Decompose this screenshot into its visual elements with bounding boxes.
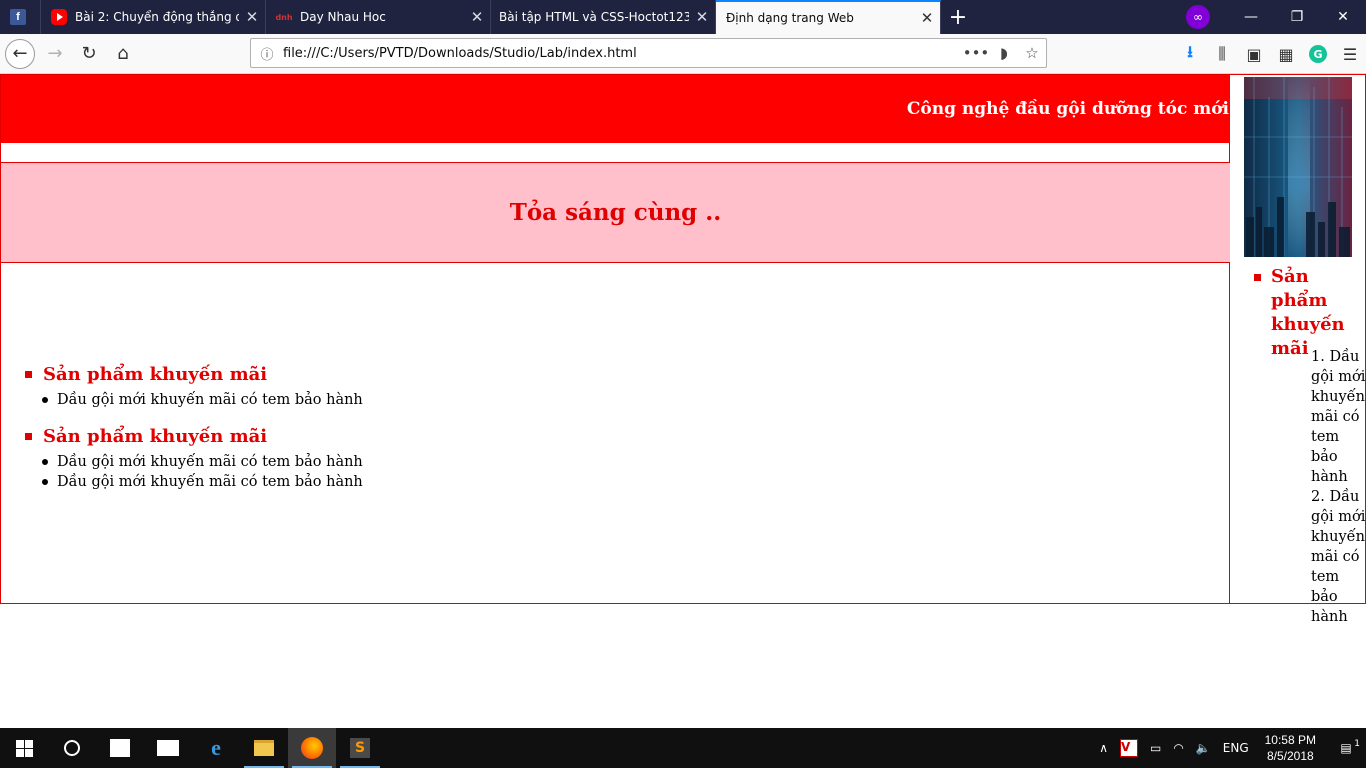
square-bullet-icon	[1254, 274, 1261, 281]
clock[interactable]: 10:58 PM 8/5/2018	[1255, 732, 1326, 764]
info-icon[interactable]: ⓘ	[251, 44, 283, 63]
circuit-city-image	[1244, 77, 1352, 257]
url-text[interactable]: file:///C:/Users/PVTD/Downloads/Studio/L…	[283, 46, 962, 61]
tab-hoctot123[interactable]: Bài tập HTML và CSS-Hoctot123.co ✕	[491, 0, 716, 34]
navigation-toolbar: ← → ↻ ⌂ ⓘ file:///C:/Users/PVTD/Download…	[0, 34, 1366, 74]
sublime-text-icon: S	[350, 738, 370, 758]
square-bullet-icon	[25, 432, 32, 440]
language-indicator[interactable]: ENG	[1217, 741, 1255, 755]
system-tray: ∧ V ▭ ◠ 🔈 ENG 10:58 PM 8/5/2018 ▤ 1	[1093, 728, 1366, 768]
tab-title: Day Nhau Hoc	[300, 10, 386, 24]
new-tab-button[interactable]: +	[941, 0, 975, 34]
pocket-icon[interactable]: ◗	[990, 44, 1018, 62]
youtube-icon	[51, 9, 67, 25]
banner-text: Tỏa sáng cùng ..	[509, 199, 722, 226]
main-content: Sản phẩm khuyến mãi Dầu gội mới khuyến m…	[1, 264, 1230, 603]
start-button[interactable]	[0, 728, 48, 768]
clock-time: 10:58 PM	[1264, 733, 1316, 747]
tab-title: Định dạng trang Web	[726, 11, 854, 25]
page-actions-icon[interactable]: •••	[962, 44, 990, 62]
list-item: 1. Dầu gội mới khuyến mãi có tem bảo hàn…	[1311, 349, 1366, 485]
list-item: Dầu gội mới khuyến mãi có tem bảo hành	[25, 452, 363, 472]
list-heading: Sản phẩm khuyến mãi	[25, 424, 363, 448]
forward-button[interactable]: →	[39, 38, 71, 70]
left-column: Công nghệ đầu gội dưỡng tóc mới Tỏa sáng…	[1, 75, 1230, 603]
store-bag-icon	[110, 739, 130, 757]
battery-icon[interactable]: ▭	[1144, 741, 1167, 755]
tab-dinh-dang-trang-web[interactable]: Định dạng trang Web ✕	[716, 0, 941, 34]
show-hidden-icons-button[interactable]: ∧	[1093, 741, 1114, 755]
back-button[interactable]: ←	[5, 38, 35, 69]
tab-daynhauhoc[interactable]: dnh Day Nhau Hoc ✕	[266, 0, 491, 34]
grammarly-icon[interactable]: G	[1302, 38, 1334, 70]
extension-icon[interactable]: ▦	[1270, 38, 1302, 70]
vietkey-button[interactable]: V	[1114, 739, 1144, 757]
edge-icon: e	[211, 735, 221, 760]
close-window-button[interactable]: ✕	[1320, 0, 1366, 34]
sidebar-icon[interactable]: ▣	[1238, 38, 1270, 70]
list-heading: Sản phẩm khuyến mãi	[25, 362, 363, 386]
daynhauhoc-icon: dnh	[275, 12, 293, 22]
home-button[interactable]: ⌂	[107, 38, 139, 70]
tab-title: Bài tập HTML và CSS-Hoctot123.co	[499, 10, 689, 24]
disc-bullet-icon	[42, 459, 48, 465]
reload-button[interactable]: ↻	[73, 38, 105, 70]
product-list: Sản phẩm khuyến mãi Dầu gội mới khuyến m…	[25, 362, 363, 492]
edge-button[interactable]: e	[192, 728, 240, 768]
minimize-button[interactable]: —	[1228, 0, 1274, 34]
bookmark-star-icon[interactable]: ☆	[1018, 44, 1046, 62]
url-bar[interactable]: ⓘ file:///C:/Users/PVTD/Downloads/Studio…	[250, 38, 1047, 68]
tab-facebook[interactable]: f	[0, 0, 41, 34]
download-icon[interactable]: ⭳	[1174, 38, 1206, 70]
restore-button[interactable]: ❐	[1274, 0, 1320, 34]
sublime-text-button[interactable]: S	[336, 728, 384, 768]
square-bullet-icon	[25, 370, 32, 378]
tab-strip: f Bài 2: Chuyển động thẳng đều ✕ dnh Day…	[0, 0, 1366, 34]
close-icon[interactable]: ✕	[689, 8, 715, 26]
clock-date: 8/5/2018	[1266, 749, 1314, 763]
list-item: 2. Dầu gội mới khuyến mãi có tem bảo hàn…	[1311, 489, 1366, 625]
search-circle-icon	[64, 740, 80, 756]
store-button[interactable]	[96, 728, 144, 768]
page-layout: Công nghệ đầu gội dưỡng tóc mới Tỏa sáng…	[0, 74, 1366, 625]
file-explorer-button[interactable]	[240, 728, 288, 768]
private-mask-icon[interactable]: ∞	[1186, 5, 1210, 29]
header-spacer	[1, 143, 1230, 163]
firefox-icon	[301, 737, 323, 759]
vietkey-icon: V	[1119, 739, 1138, 757]
right-sidebar: Sản phẩm khuyến mãi 1. Dầu gội mới khuyế…	[1230, 75, 1365, 625]
menu-icon[interactable]: ☰	[1334, 38, 1366, 70]
wifi-icon[interactable]: ◠	[1167, 741, 1189, 755]
toolbar-right: ⭳ ⫼ ▣ ▦ G ☰	[1174, 38, 1366, 70]
mail-button[interactable]	[144, 728, 192, 768]
mail-icon	[157, 740, 179, 756]
notification-count: 1	[1354, 739, 1360, 749]
facebook-icon: f	[10, 9, 26, 25]
tab-title: Bài 2: Chuyển động thẳng đều	[75, 10, 239, 24]
sidebar-ordered-list: 1. Dầu gội mới khuyến mãi có tem bảo hàn…	[1311, 347, 1366, 627]
taskbar: e S ∧ V ▭ ◠ 🔈 ENG 10:58 PM 8/5/2018 ▤ 1	[0, 728, 1366, 768]
banner: Tỏa sáng cùng ..	[1, 163, 1230, 263]
library-icon[interactable]: ⫼	[1206, 38, 1238, 70]
cortana-button[interactable]	[48, 728, 96, 768]
disc-bullet-icon	[42, 397, 48, 403]
page-viewport: Công nghệ đầu gội dưỡng tóc mới Tỏa sáng…	[0, 74, 1366, 728]
list-item: Dầu gội mới khuyến mãi có tem bảo hành	[25, 472, 363, 492]
action-center-button[interactable]: ▤ 1	[1326, 739, 1366, 755]
tab-youtube[interactable]: Bài 2: Chuyển động thẳng đều ✕	[41, 0, 266, 34]
notification-icon: ▤	[1340, 741, 1352, 755]
page-header: Công nghệ đầu gội dưỡng tóc mới	[1, 75, 1230, 143]
list-item: Dầu gội mới khuyến mãi có tem bảo hành	[25, 390, 363, 410]
disc-bullet-icon	[42, 479, 48, 485]
close-icon[interactable]: ✕	[914, 9, 940, 27]
technology-image	[1244, 77, 1352, 257]
folder-icon	[254, 740, 274, 756]
firefox-button[interactable]	[288, 728, 336, 768]
close-icon[interactable]: ✕	[239, 8, 265, 26]
windows-icon	[15, 739, 33, 757]
volume-icon[interactable]: 🔈	[1190, 741, 1217, 755]
close-icon[interactable]: ✕	[464, 8, 490, 26]
